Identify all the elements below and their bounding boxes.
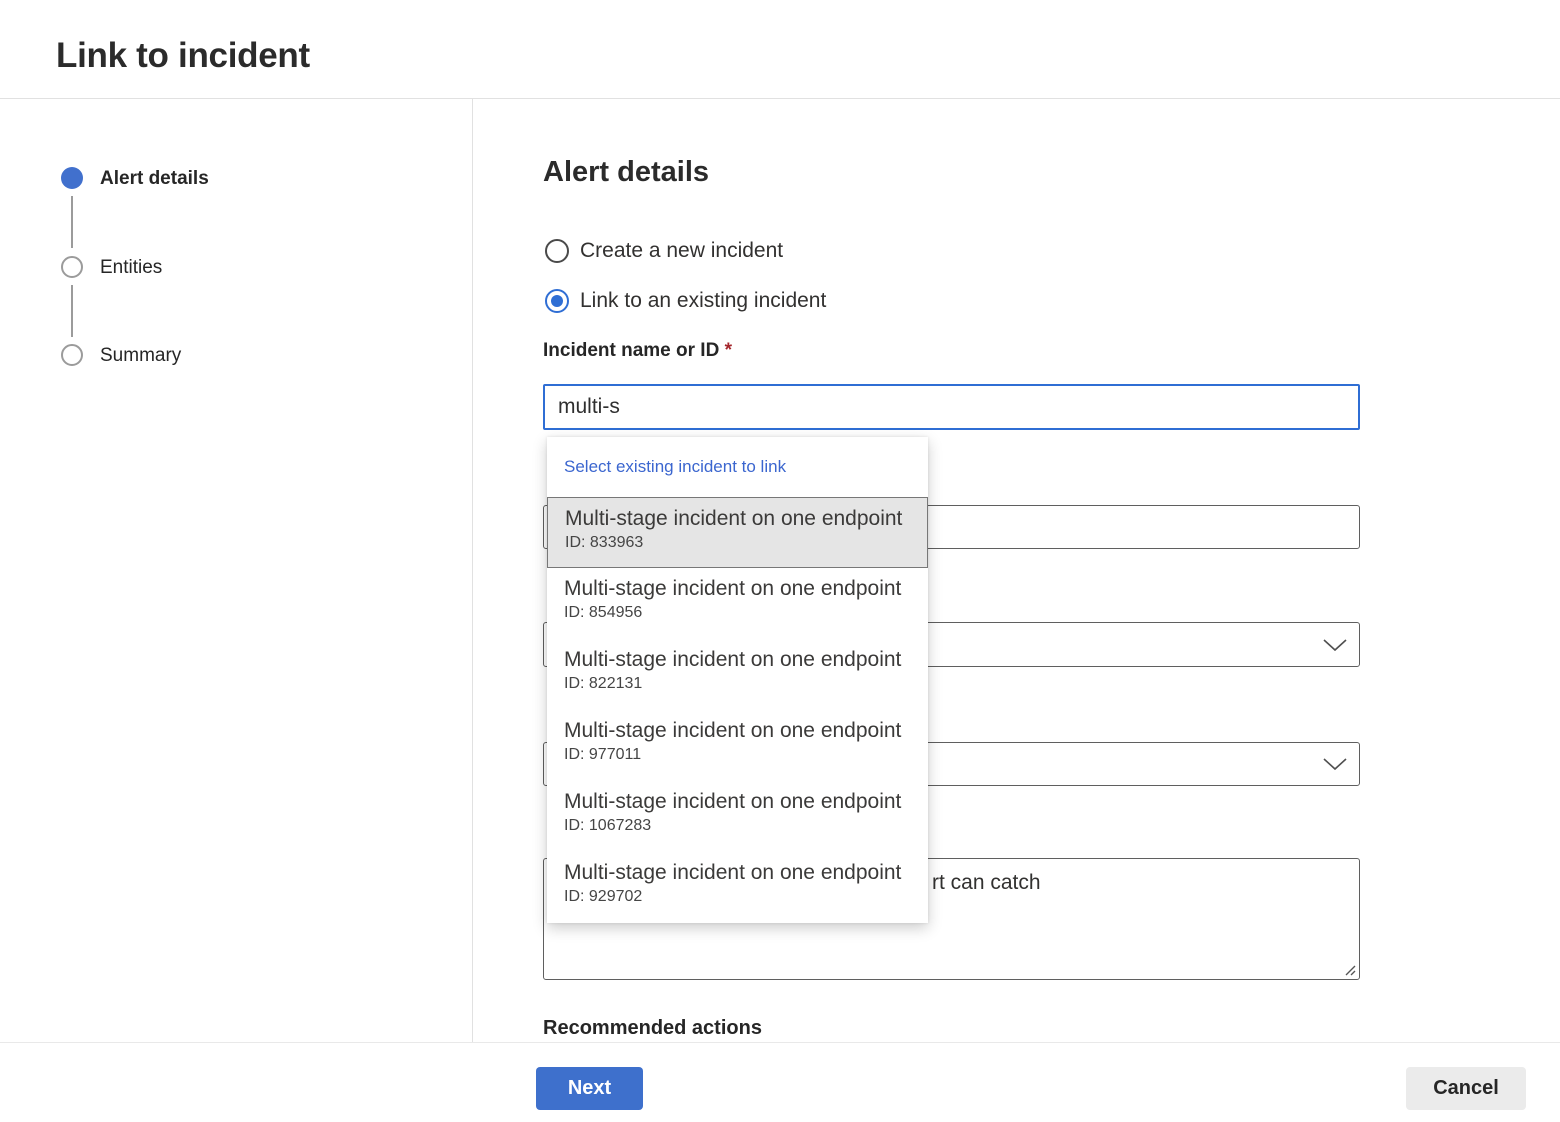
wizard-step-summary[interactable]: Summary — [100, 344, 181, 366]
incident-option-id: ID: 977011 — [564, 743, 928, 764]
page-title: Link to incident — [56, 36, 310, 76]
radio-label: Create a new incident — [580, 237, 783, 265]
incident-option-1067283[interactable]: Multi-stage incident on one endpoint ID:… — [547, 781, 928, 852]
sidebar-divider — [472, 99, 473, 1042]
incident-option-title: Multi-stage incident on one endpoint — [564, 710, 928, 743]
incident-option-id: ID: 833963 — [565, 531, 927, 552]
incident-option-title: Multi-stage incident on one endpoint — [564, 781, 928, 814]
required-asterisk: * — [725, 340, 732, 361]
incident-option-title: Multi-stage incident on one endpoint — [564, 568, 928, 601]
chevron-down-icon — [1323, 639, 1347, 652]
radio-label: Link to an existing incident — [580, 287, 826, 315]
radio-circle-selected-icon — [545, 289, 569, 313]
chevron-down-icon — [1323, 758, 1347, 771]
select-existing-incident-link[interactable]: Select existing incident to link — [564, 457, 786, 477]
header-divider — [0, 98, 1560, 99]
radio-circle-unselected-icon — [545, 239, 569, 263]
incident-name-label-text: Incident name or ID — [543, 340, 719, 361]
incident-option-id: ID: 854956 — [564, 601, 928, 622]
incident-option-id: ID: 822131 — [564, 672, 928, 693]
step-dot-entities — [61, 256, 83, 278]
incident-option-title: Multi-stage incident on one endpoint — [564, 639, 928, 672]
footer-bar: Next Cancel — [0, 1042, 1560, 1122]
wizard-step-entities[interactable]: Entities — [100, 256, 162, 278]
incident-suggestions-dropdown: Select existing incident to link Multi-s… — [547, 437, 928, 923]
incident-option-929702[interactable]: Multi-stage incident on one endpoint ID:… — [547, 852, 928, 923]
incident-option-id: ID: 929702 — [564, 885, 928, 906]
step-dot-alert-details — [61, 167, 83, 189]
step-connector — [71, 285, 73, 337]
section-heading: Alert details — [543, 156, 709, 189]
incident-option-id: ID: 1067283 — [564, 814, 928, 835]
incident-option-title: Multi-stage incident on one endpoint — [565, 498, 927, 531]
incident-name-input[interactable] — [543, 384, 1360, 430]
recommended-actions-label: Recommended actions — [543, 1017, 762, 1040]
next-button[interactable]: Next — [536, 1067, 643, 1110]
step-dot-summary — [61, 344, 83, 366]
resize-handle-icon[interactable] — [1343, 963, 1356, 976]
incident-name-label: Incident name or ID * — [543, 340, 732, 362]
incident-option-854956[interactable]: Multi-stage incident on one endpoint ID:… — [547, 568, 928, 639]
incident-option-833963[interactable]: Multi-stage incident on one endpoint ID:… — [547, 497, 928, 568]
incident-option-977011[interactable]: Multi-stage incident on one endpoint ID:… — [547, 710, 928, 781]
textarea-visible-text: rt can catch — [932, 871, 1041, 895]
incident-option-822131[interactable]: Multi-stage incident on one endpoint ID:… — [547, 639, 928, 710]
wizard-step-alert-details[interactable]: Alert details — [100, 167, 209, 189]
step-connector — [71, 196, 73, 248]
cancel-button[interactable]: Cancel — [1406, 1067, 1526, 1110]
incident-option-title: Multi-stage incident on one endpoint — [564, 852, 928, 885]
